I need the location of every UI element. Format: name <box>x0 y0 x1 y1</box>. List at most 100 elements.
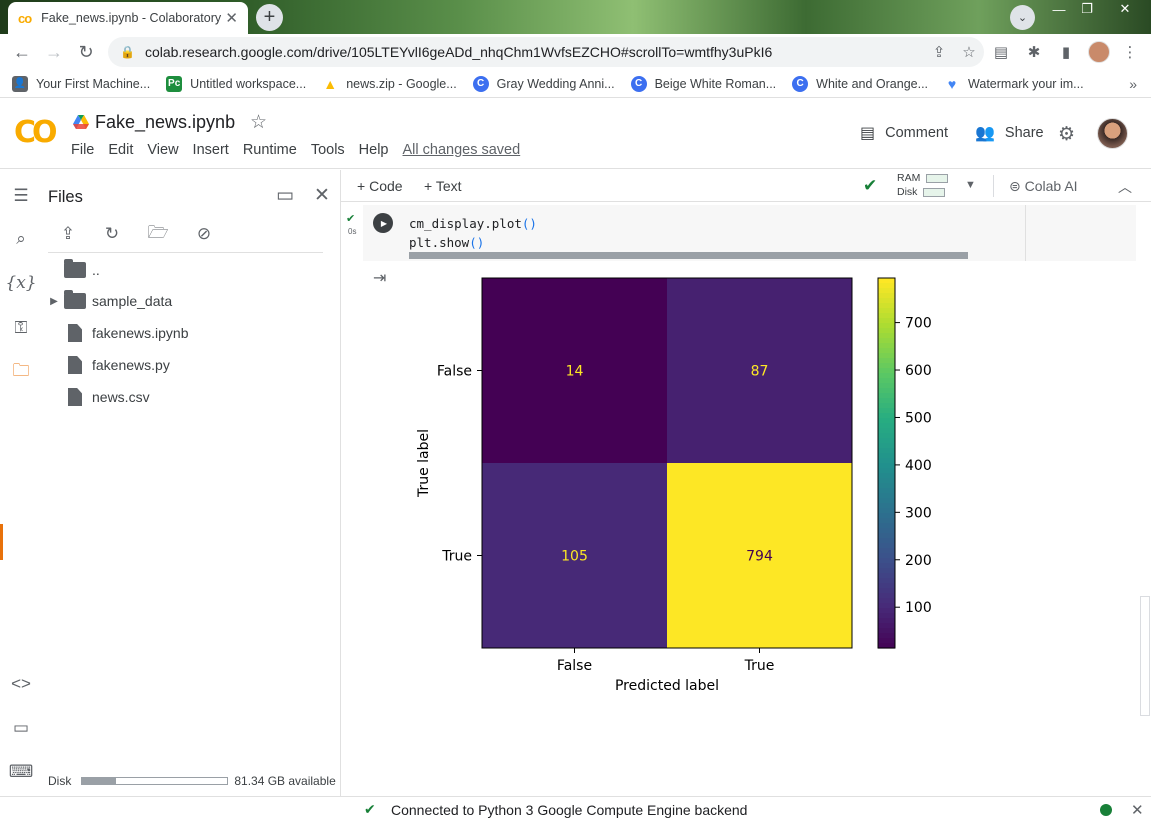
plus-icon: + <box>357 178 370 194</box>
code-line: cm_display.plot <box>409 216 522 231</box>
file-tree-item[interactable]: ▶ sample_data <box>42 287 332 315</box>
share-label: Share <box>1004 125 1044 141</box>
file-tree-item[interactable]: fakenews.ipynb <box>42 319 332 347</box>
menu-file[interactable]: File <box>71 142 94 158</box>
open-in-tab-icon[interactable]: ▭ <box>276 184 294 207</box>
drive-icon: ▲ <box>323 75 338 92</box>
avatar[interactable] <box>1097 118 1128 149</box>
expand-caret-icon[interactable]: ▶ <box>44 296 64 307</box>
colorbar-segment <box>878 563 895 569</box>
file-tree-item[interactable]: news.csv <box>42 383 332 411</box>
upload-icon[interactable]: ⇪ <box>56 222 80 246</box>
heart-icon: ♥ <box>947 75 957 92</box>
new-tab-button[interactable]: + <box>256 4 283 31</box>
omnibox[interactable]: 🔒 colab.research.google.com/drive/105LTE… <box>108 37 984 67</box>
restore-icon[interactable]: ❐ <box>1076 0 1098 18</box>
chevron-down-icon[interactable]: ▼ <box>965 179 976 191</box>
notebook-title[interactable]: Fake_news.ipynb <box>95 112 235 133</box>
drive-icon[interactable] <box>73 115 89 129</box>
comment-button[interactable]: ▤ Comment <box>860 123 948 143</box>
colab-logo[interactable]: CO <box>14 115 57 150</box>
colorbar-tick-label: 100 <box>905 600 932 616</box>
gear-icon[interactable]: ⚙ <box>1058 123 1075 146</box>
close-icon[interactable]: ✕ <box>314 184 330 207</box>
close-window-icon[interactable]: ✕ <box>1114 0 1136 18</box>
extensions-icon[interactable]: ✱ <box>1024 42 1044 62</box>
bookmark-item[interactable]: C Gray Wedding Anni... <box>472 75 615 92</box>
file-tree-item[interactable]: fakenews.py <box>42 351 332 379</box>
colorbar-segment <box>878 343 895 349</box>
terminal-icon[interactable]: ⌨ <box>9 760 34 784</box>
share-page-icon[interactable]: ⇪ <box>924 43 954 61</box>
browser-profile-avatar[interactable] <box>1088 41 1110 63</box>
command-palette-icon[interactable]: ▭ <box>9 716 33 740</box>
variables-icon[interactable]: {x} <box>5 271 36 295</box>
add-code-label: Code <box>369 178 403 194</box>
bookmark-star-icon[interactable]: ☆ <box>954 43 984 61</box>
bookmarks-overflow-icon[interactable]: » <box>1129 76 1137 92</box>
colorbar-segment <box>878 298 895 304</box>
colorbar-segment <box>878 318 895 324</box>
colorbar-segment <box>878 638 895 644</box>
share-button[interactable]: 👥 Share <box>975 123 1044 143</box>
tab-close-icon[interactable]: ✕ <box>225 9 238 27</box>
menu-edit[interactable]: Edit <box>108 142 133 158</box>
menu-runtime[interactable]: Runtime <box>243 142 297 158</box>
mount-drive-icon[interactable]: 🗁 <box>146 222 170 246</box>
run-cell-button[interactable]: ▶ <box>373 213 393 233</box>
hide-files-icon[interactable]: ⊘ <box>192 222 216 246</box>
browser-tab[interactable]: co Fake_news.ipynb - Colaboratory ✕ <box>8 2 248 34</box>
divider <box>1025 205 1026 261</box>
colorbar-segment <box>878 358 895 364</box>
reload-icon[interactable]: ↻ <box>74 40 98 64</box>
menu-view[interactable]: View <box>147 142 178 158</box>
colorbar-segment <box>878 553 895 559</box>
reading-list-icon[interactable]: ▤ <box>991 42 1011 62</box>
url-text[interactable]: colab.research.google.com/drive/105LTEYv… <box>145 44 924 60</box>
file-tree-label: sample_data <box>92 293 173 309</box>
colorbar-segment <box>878 533 895 539</box>
minimize-icon[interactable]: — <box>1048 0 1070 18</box>
colorbar-segment <box>878 438 895 444</box>
tab-search-button[interactable]: ⌄ <box>1010 5 1035 30</box>
colab-ai-label: Colab AI <box>1024 178 1078 194</box>
side-panel-icon[interactable]: ▮ <box>1056 42 1076 62</box>
bookmark-item[interactable]: Pc Untitled workspace... <box>166 75 306 92</box>
browser-menu-icon[interactable]: ⋮ <box>1120 42 1140 62</box>
refresh-icon[interactable]: ↻ <box>100 222 124 246</box>
star-icon[interactable]: ☆ <box>250 111 267 134</box>
bookmark-item[interactable]: C White and Orange... <box>792 75 928 92</box>
left-rail: ☰ ⌕ {x} ⚿ 🗀 <> ▭ ⌨ <box>0 170 42 796</box>
code-snippets-icon[interactable]: <> <box>9 672 33 696</box>
add-code-button[interactable]: + Code <box>357 178 403 194</box>
folder-icon[interactable]: 🗀 <box>9 360 33 384</box>
menu-help[interactable]: Help <box>359 142 389 158</box>
menu-tools[interactable]: Tools <box>311 142 345 158</box>
colab-ai-button[interactable]: ⊜ Colab AI <box>1009 178 1078 195</box>
bookmark-item[interactable]: ▲ news.zip - Google... <box>322 76 456 92</box>
forward-icon[interactable]: → <box>42 40 66 64</box>
horizontal-scrollbar[interactable] <box>409 252 968 259</box>
code-editor[interactable]: cm_display.plot() plt.show() <box>409 214 537 252</box>
save-status-link[interactable]: All changes saved <box>403 142 521 158</box>
file-tree-label: fakenews.ipynb <box>92 325 189 341</box>
bookmark-item[interactable]: ♥ Watermark your im... <box>944 76 1084 92</box>
resource-monitor[interactable]: RAM Disk <box>897 171 949 199</box>
menu-insert[interactable]: Insert <box>193 142 229 158</box>
key-icon[interactable]: ⚿ <box>9 316 33 340</box>
bookmark-item[interactable]: 👤 Your First Machine... <box>12 75 151 92</box>
search-icon[interactable]: ⌕ <box>9 227 33 251</box>
close-icon[interactable]: ✕ <box>1131 801 1144 819</box>
colorbar-segment <box>878 568 895 574</box>
back-icon[interactable]: ← <box>10 40 34 64</box>
check-icon: ✔ <box>364 801 376 817</box>
file-tree-item[interactable]: .. <box>42 256 332 284</box>
table-of-contents-icon[interactable]: ☰ <box>9 184 33 208</box>
vertical-scrollbar[interactable] <box>1140 596 1150 716</box>
colorbar-segment <box>878 603 895 609</box>
bookmark-item[interactable]: C Beige White Roman... <box>630 75 776 92</box>
chevron-up-icon[interactable]: ︿ <box>1118 177 1132 197</box>
add-text-button[interactable]: + Text <box>424 178 462 194</box>
output-actions-icon[interactable]: ⇥ <box>373 268 386 288</box>
bookmark-label: Your First Machine... <box>36 76 151 91</box>
